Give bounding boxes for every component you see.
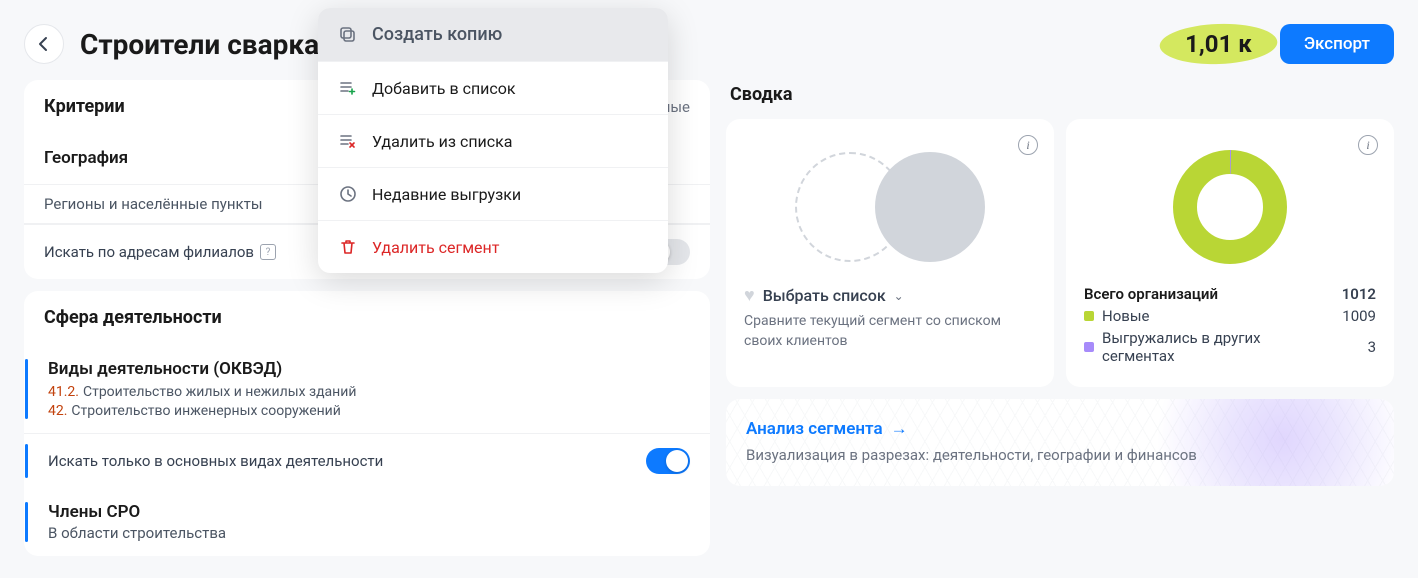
- compare-card: i ♥ Выбрать список ⌄ Сравните текущий се…: [726, 119, 1054, 387]
- donut-chart: [1084, 137, 1376, 277]
- back-button[interactable]: [24, 24, 64, 64]
- summary-title: Сводка: [730, 84, 792, 105]
- sphere-title: Сфера деятельности: [44, 307, 690, 328]
- menu-add[interactable]: Добавить в список: [318, 62, 668, 115]
- exported-label: Выгружались в других сегментах: [1102, 329, 1302, 365]
- analysis-card[interactable]: Анализ сегмента → Визуализация в разреза…: [726, 399, 1394, 486]
- new-label: Новые: [1102, 307, 1149, 325]
- legend-dot-exported: [1084, 342, 1094, 352]
- count-badge: 1,01 к: [1173, 26, 1264, 62]
- stats-card: i Всего организаций 1012 Новые 1009: [1066, 119, 1394, 387]
- help-icon[interactable]: ?: [260, 244, 276, 260]
- analysis-title: Анализ сегмента →: [746, 419, 1197, 439]
- exported-value: 3: [1368, 338, 1376, 356]
- menu-remove[interactable]: Удалить из списка: [318, 115, 668, 168]
- new-value: 1009: [1342, 307, 1376, 325]
- okved-section[interactable]: Виды деятельности (ОКВЭД) 41.2. Строител…: [24, 345, 710, 433]
- menu-delete[interactable]: Удалить сегмент: [318, 221, 668, 273]
- okved-title: Виды деятельности (ОКВЭД): [48, 359, 690, 379]
- total-label: Всего организаций: [1084, 285, 1218, 303]
- menu-recent[interactable]: Недавние выгрузки: [318, 168, 668, 221]
- trash-icon: [338, 237, 358, 257]
- branch-search-label: Искать по адресам филиалов ?: [44, 243, 276, 261]
- main-only-toggle[interactable]: [646, 448, 690, 474]
- sro-section[interactable]: Члены СРО В области строительства: [24, 488, 710, 556]
- active-indicator: [25, 502, 28, 542]
- sro-subtitle: В области строительства: [48, 524, 690, 542]
- venn-diagram: [744, 137, 1036, 277]
- menu-copy[interactable]: Создать копию: [318, 8, 668, 62]
- okved-item: 41.2. Строительство жилых и нежилых здан…: [48, 381, 690, 400]
- okved-item: 42. Строительство инженерных сооружений: [48, 400, 690, 419]
- sro-title: Члены СРО: [48, 502, 690, 522]
- copy-icon: [338, 25, 358, 45]
- arrow-right-icon: →: [891, 419, 908, 439]
- history-icon: [338, 184, 358, 204]
- export-button[interactable]: Экспорт: [1280, 24, 1394, 64]
- list-remove-icon: [338, 131, 358, 151]
- active-indicator: [25, 444, 28, 478]
- active-indicator: [25, 359, 28, 419]
- compare-description: Сравните текущий сегмент со списком свои…: [744, 312, 1036, 351]
- sphere-card: Сфера деятельности Виды деятельности (ОК…: [24, 291, 710, 556]
- chevron-down-icon: ⌄: [894, 289, 904, 303]
- list-add-icon: [338, 78, 358, 98]
- select-list-button[interactable]: ♥ Выбрать список ⌄: [744, 285, 1036, 306]
- legend-dot-new: [1084, 311, 1094, 321]
- heart-icon: ♥: [744, 285, 755, 306]
- arrow-left-icon: [34, 34, 54, 54]
- info-icon[interactable]: i: [1358, 135, 1378, 155]
- context-menu: Создать копию Добавить в список Удалить …: [318, 8, 668, 273]
- total-value: 1012: [1342, 285, 1376, 303]
- venn-circle-solid: [875, 152, 985, 262]
- analysis-subtitle: Визуализация в разрезах: деятельности, г…: [746, 445, 1197, 466]
- main-only-label: Искать только в основных видах деятельно…: [48, 452, 383, 470]
